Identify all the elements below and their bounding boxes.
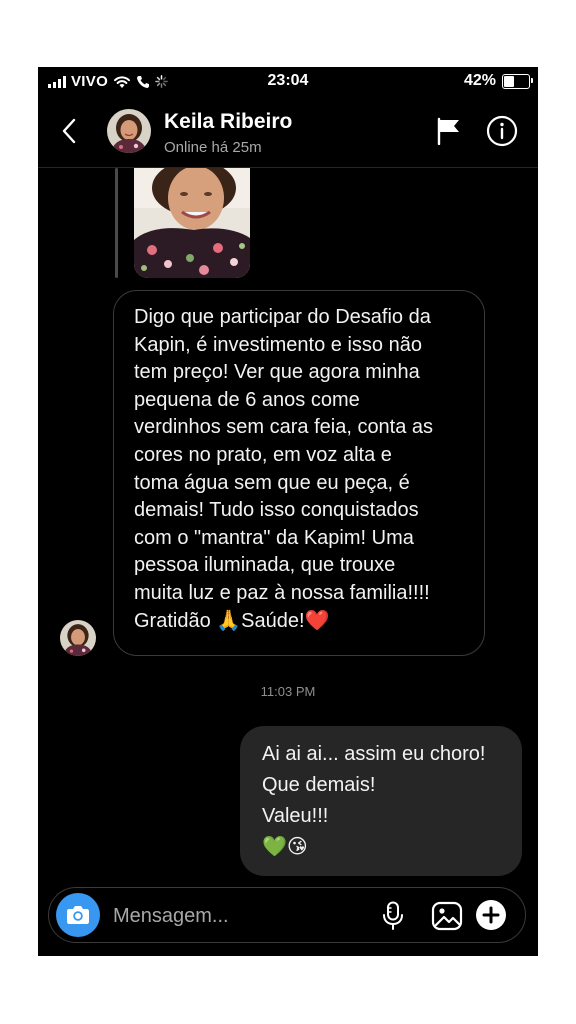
message-timestamp: 11:03 PM	[260, 684, 316, 699]
flag-icon	[437, 117, 459, 145]
received-message-text: Digo que participar do Desafio da Kapin,…	[134, 306, 434, 632]
shared-photo[interactable]	[134, 168, 250, 278]
battery-icon	[502, 73, 533, 89]
avatar[interactable]	[107, 109, 151, 153]
info-button[interactable]	[486, 115, 518, 147]
avatar-photo	[107, 109, 151, 153]
contact-status: Online há 25m	[164, 139, 262, 156]
sent-message-text: Ai ai ai... assim eu choro! Que demais! …	[262, 743, 486, 858]
message-input[interactable]	[113, 904, 353, 928]
back-icon	[62, 118, 76, 144]
info-icon	[486, 115, 518, 147]
battery-percent: 42%	[463, 72, 496, 89]
sender-avatar[interactable]	[60, 620, 96, 656]
microphone-icon	[383, 901, 403, 930]
phone-screen: VIVO 23:04 42% Keila Ribeiro Online há 2…	[38, 67, 538, 956]
battery-fill	[504, 75, 515, 87]
camera-icon	[67, 906, 89, 924]
status-right: 42%	[463, 72, 533, 90]
reply-indicator-line	[115, 168, 118, 278]
message-composer	[48, 887, 526, 943]
camera-button[interactable]	[56, 893, 100, 937]
voice-message-button[interactable]	[381, 901, 405, 931]
report-flag-button[interactable]	[436, 117, 462, 145]
plus-icon	[476, 900, 506, 930]
more-options-button[interactable]	[475, 899, 507, 931]
message-list: Digo que participar do Desafio da Kapin,…	[38, 168, 538, 883]
gallery-button[interactable]	[431, 901, 463, 931]
gallery-icon	[431, 901, 463, 931]
back-button[interactable]	[58, 117, 82, 145]
shared-photo-image	[134, 168, 250, 278]
contact-name[interactable]: Keila Ribeiro	[164, 110, 292, 134]
chat-header: Keila Ribeiro Online há 25m	[38, 95, 538, 168]
sender-avatar-photo	[60, 620, 96, 656]
status-bar: VIVO 23:04 42%	[38, 67, 538, 95]
